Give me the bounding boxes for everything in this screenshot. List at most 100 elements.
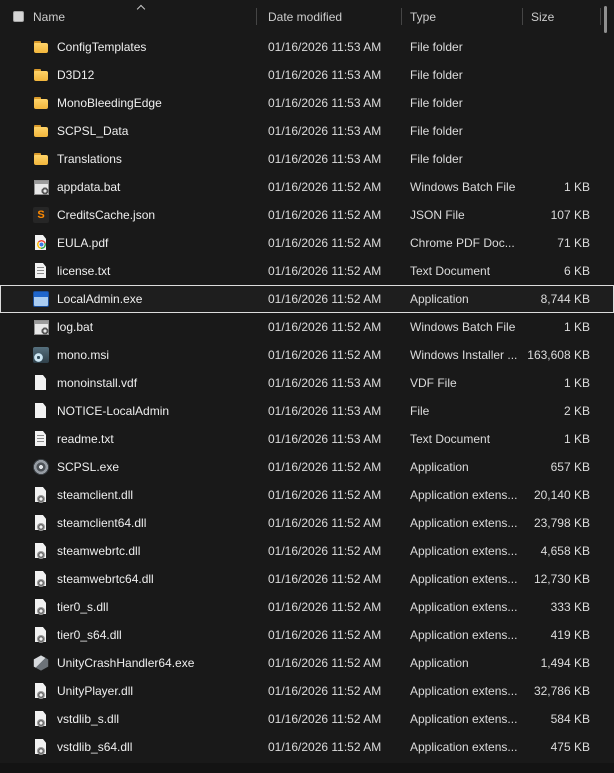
folder-icon [33,151,49,167]
date-modified: 01/16/2026 11:53 AM [268,404,382,418]
table-row[interactable]: SCPSL_Data 01/16/2026 11:53 AM File fold… [0,117,614,145]
date-modified: 01/16/2026 11:52 AM [268,628,382,642]
file-name-cell: appdata.bat [0,179,257,195]
folder-icon [33,67,49,83]
file-type: Application [410,292,469,306]
column-label-type: Type [410,9,437,24]
file-name-cell: steamclient.dll [0,487,257,503]
text-icon [33,263,49,279]
column-header-size[interactable]: Size [523,0,601,33]
select-all-checkbox[interactable] [13,11,24,22]
date-modified: 01/16/2026 11:52 AM [268,656,382,670]
date-modified: 01/16/2026 11:52 AM [268,460,382,474]
file-size: 475 KB [550,740,590,754]
file-name: UnityCrashHandler64.exe [57,656,195,670]
date-modified: 01/16/2026 11:52 AM [268,740,382,754]
file-size: 584 KB [550,712,590,726]
file-type: Windows Installer ... [410,348,518,362]
table-row[interactable]: steamclient.dll 01/16/2026 11:52 AM Appl… [0,481,614,509]
date-modified: 01/16/2026 11:53 AM [268,376,382,390]
file-list: ConfigTemplates 01/16/2026 11:53 AM File… [0,33,614,761]
table-row[interactable]: vstdlib_s64.dll 01/16/2026 11:52 AM Appl… [0,733,614,761]
table-row[interactable]: CreditsCache.json 01/16/2026 11:52 AM JS… [0,201,614,229]
file-size: 1,494 KB [540,656,590,670]
table-row[interactable]: NOTICE-LocalAdmin 01/16/2026 11:53 AM Fi… [0,397,614,425]
table-row[interactable]: EULA.pdf 01/16/2026 11:52 AM Chrome PDF … [0,229,614,257]
file-name-cell: SCPSL.exe [0,459,257,475]
file-name-cell: ConfigTemplates [0,39,257,55]
date-modified: 01/16/2026 11:52 AM [268,208,382,222]
batch-icon [33,179,49,195]
file-name: MonoBleedingEdge [57,96,162,110]
table-row[interactable]: LocalAdmin.exe 01/16/2026 11:52 AM Appli… [0,285,614,313]
dll-icon [33,571,49,587]
table-row[interactable]: ConfigTemplates 01/16/2026 11:53 AM File… [0,33,614,61]
file-name-cell: UnityPlayer.dll [0,683,257,699]
column-header-date-modified[interactable]: Date modified [257,0,402,33]
file-size: 1 KB [563,432,590,446]
file-name-cell: UnityCrashHandler64.exe [0,655,257,671]
file-name-cell: mono.msi [0,347,257,363]
file-size: 1 KB [563,180,590,194]
table-row[interactable]: tier0_s64.dll 01/16/2026 11:52 AM Applic… [0,621,614,649]
date-modified: 01/16/2026 11:52 AM [268,516,382,530]
column-header-type[interactable]: Type [402,0,523,33]
table-row[interactable]: log.bat 01/16/2026 11:52 AM Windows Batc… [0,313,614,341]
file-size: 2 KB [563,404,590,418]
table-row[interactable]: D3D12 01/16/2026 11:53 AM File folder [0,61,614,89]
file-name: CreditsCache.json [57,208,156,222]
table-row[interactable]: appdata.bat 01/16/2026 11:52 AM Windows … [0,173,614,201]
file-type: VDF File [410,376,457,390]
file-type: Text Document [410,432,491,446]
table-row[interactable]: steamclient64.dll 01/16/2026 11:52 AM Ap… [0,509,614,537]
date-modified: 01/16/2026 11:52 AM [268,348,382,362]
file-name-cell: LocalAdmin.exe [0,291,257,307]
file-name: EULA.pdf [57,236,109,250]
file-name-cell: license.txt [0,263,257,279]
table-row[interactable]: UnityCrashHandler64.exe 01/16/2026 11:52… [0,649,614,677]
json-icon [33,207,49,223]
table-row[interactable]: steamwebrtc64.dll 01/16/2026 11:52 AM Ap… [0,565,614,593]
file-name-cell: MonoBleedingEdge [0,95,257,111]
file-name: tier0_s64.dll [57,628,122,642]
file-name: vstdlib_s.dll [57,712,120,726]
file-type: Application extens... [410,628,518,642]
file-type: Application extens... [410,488,518,502]
file-name: appdata.bat [57,180,121,194]
date-modified: 01/16/2026 11:52 AM [268,236,382,250]
date-modified: 01/16/2026 11:52 AM [268,712,382,726]
table-row[interactable]: vstdlib_s.dll 01/16/2026 11:52 AM Applic… [0,705,614,733]
table-row[interactable]: mono.msi 01/16/2026 11:52 AM Windows Ins… [0,341,614,369]
file-type: Application extens... [410,600,518,614]
file-name: Translations [57,152,122,166]
column-label-name: Name [33,9,66,24]
date-modified: 01/16/2026 11:52 AM [268,180,382,194]
column-label-date-modified: Date modified [268,9,343,24]
table-row[interactable]: SCPSL.exe 01/16/2026 11:52 AM Applicatio… [0,453,614,481]
table-row[interactable]: monoinstall.vdf 01/16/2026 11:53 AM VDF … [0,369,614,397]
table-row[interactable]: tier0_s.dll 01/16/2026 11:52 AM Applicat… [0,593,614,621]
scp-icon [33,459,49,475]
table-row[interactable]: steamwebrtc.dll 01/16/2026 11:52 AM Appl… [0,537,614,565]
date-modified: 01/16/2026 11:52 AM [268,600,382,614]
table-row[interactable]: readme.txt 01/16/2026 11:53 AM Text Docu… [0,425,614,453]
file-type: File folder [410,152,463,166]
file-name: NOTICE-LocalAdmin [57,404,170,418]
column-header-name[interactable]: Name [0,0,257,33]
table-row[interactable]: MonoBleedingEdge 01/16/2026 11:53 AM Fil… [0,89,614,117]
file-size: 12,730 KB [533,572,590,586]
file-size: 1 KB [563,376,590,390]
vertical-scrollbar-thumb[interactable] [604,6,607,33]
file-size: 6 KB [563,264,590,278]
table-row[interactable]: license.txt 01/16/2026 11:52 AM Text Doc… [0,257,614,285]
date-modified: 01/16/2026 11:52 AM [268,684,382,698]
file-name-cell: Translations [0,151,257,167]
file-type: Text Document [410,264,491,278]
dll-icon [33,543,49,559]
table-row[interactable]: UnityPlayer.dll 01/16/2026 11:52 AM Appl… [0,677,614,705]
folder-icon [33,123,49,139]
table-row[interactable]: Translations 01/16/2026 11:53 AM File fo… [0,145,614,173]
file-name-cell: steamwebrtc.dll [0,543,257,559]
installer-icon [33,347,49,363]
dll-icon [33,599,49,615]
